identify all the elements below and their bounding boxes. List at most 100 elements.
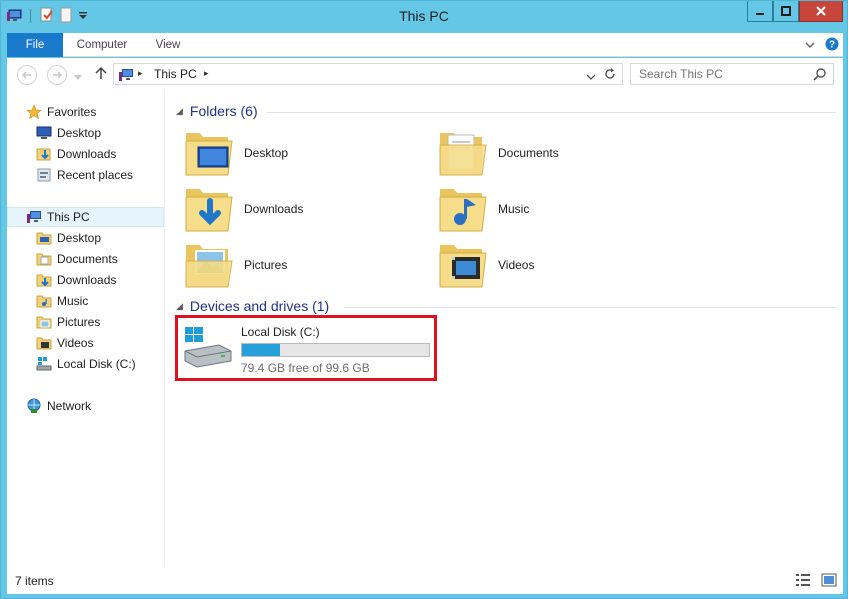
refresh-icon[interactable] bbox=[603, 67, 617, 84]
group-divider bbox=[266, 112, 836, 113]
folder-tile-documents-label: Documents bbox=[498, 146, 559, 160]
documents-folder-icon bbox=[438, 127, 488, 179]
breadcrumb-this-pc[interactable]: This PC bbox=[154, 67, 197, 81]
downloads-icon bbox=[36, 146, 52, 162]
file-view: ◢ Folders (6) Desktop Documents Download… bbox=[166, 91, 843, 566]
videos-folder-icon bbox=[438, 239, 488, 291]
folder-tile-videos-label: Videos bbox=[498, 258, 535, 272]
breadcrumb-separator-icon[interactable]: ▸ bbox=[138, 68, 143, 79]
nav-pc-desktop-label: Desktop bbox=[57, 231, 102, 245]
nav-pc-videos[interactable]: Videos bbox=[7, 333, 164, 353]
folder-icon bbox=[36, 293, 52, 309]
ribbon-tabs: File Computer View ? bbox=[7, 33, 843, 57]
address-bar[interactable]: ▸ This PC ▸ bbox=[113, 63, 623, 85]
search-box[interactable] bbox=[630, 63, 834, 85]
nav-pc-local-disk[interactable]: Local Disk (C:) bbox=[7, 354, 164, 374]
selection-highlight bbox=[175, 315, 437, 381]
collapse-arrow-icon: ◢ bbox=[176, 105, 183, 116]
nav-pc-music[interactable]: Music bbox=[7, 291, 164, 311]
minimize-button[interactable] bbox=[747, 1, 773, 22]
close-button[interactable] bbox=[799, 1, 843, 22]
minimize-icon bbox=[756, 13, 764, 15]
maximize-button[interactable] bbox=[773, 1, 799, 22]
tab-view[interactable]: View bbox=[147, 33, 189, 57]
window-title: This PC bbox=[399, 8, 449, 24]
details-view-icon[interactable] bbox=[795, 573, 811, 590]
desktop-icon bbox=[36, 125, 52, 141]
folder-tile-desktop[interactable]: Desktop bbox=[184, 127, 424, 179]
address-dropdown-icon[interactable] bbox=[586, 70, 596, 84]
expand-ribbon-icon[interactable] bbox=[805, 39, 815, 53]
network-icon bbox=[26, 398, 42, 414]
nav-pc-pictures-label: Pictures bbox=[57, 315, 101, 329]
group-divider bbox=[344, 307, 836, 308]
folder-tile-music-label: Music bbox=[498, 202, 530, 216]
breadcrumb-child-arrow-icon[interactable]: ▸ bbox=[204, 68, 209, 79]
devices-group-header[interactable]: ◢ Devices and drives (1) bbox=[176, 296, 329, 316]
content-area: Favorites Desktop Downloads Recent place… bbox=[7, 91, 843, 566]
view-switcher bbox=[795, 573, 837, 590]
search-icon[interactable] bbox=[813, 67, 827, 84]
up-arrow-icon[interactable] bbox=[95, 66, 107, 83]
tab-file[interactable]: File bbox=[7, 33, 63, 57]
folder-tile-downloads[interactable]: Downloads bbox=[184, 183, 424, 235]
nav-fav-recent-places[interactable]: Recent places bbox=[7, 165, 164, 185]
large-icons-view-icon[interactable] bbox=[821, 573, 837, 590]
back-button[interactable] bbox=[17, 65, 37, 85]
drive-icon bbox=[36, 356, 52, 372]
nav-this-pc[interactable]: This PC bbox=[7, 207, 164, 227]
recent-places-icon bbox=[36, 167, 52, 183]
folders-group-label: Folders (6) bbox=[189, 103, 258, 119]
nav-network[interactable]: Network bbox=[7, 396, 164, 416]
nav-pc-documents-label: Documents bbox=[57, 252, 118, 266]
nav-pc-downloads-label: Downloads bbox=[57, 273, 117, 287]
address-row: ▸ This PC ▸ bbox=[7, 58, 843, 91]
this-pc-icon bbox=[118, 67, 134, 86]
folder-icon bbox=[36, 230, 52, 246]
collapse-arrow-icon: ◢ bbox=[176, 300, 183, 311]
folder-tile-desktop-label: Desktop bbox=[244, 146, 289, 160]
pictures-folder-icon bbox=[184, 239, 234, 291]
search-input[interactable] bbox=[639, 66, 799, 82]
nav-fav-desktop[interactable]: Desktop bbox=[7, 123, 164, 143]
nav-this-pc-label: This PC bbox=[47, 210, 90, 224]
item-count: 7 items bbox=[15, 574, 54, 588]
nav-pc-local-disk-label: Local Disk (C:) bbox=[57, 357, 136, 371]
folder-tile-pictures-label: Pictures bbox=[244, 258, 288, 272]
caption-buttons bbox=[747, 1, 843, 22]
recent-locations-icon[interactable] bbox=[74, 70, 82, 84]
help-icon[interactable]: ? bbox=[825, 37, 839, 54]
folders-group-header[interactable]: ◢ Folders (6) bbox=[176, 101, 258, 121]
nav-pc-desktop[interactable]: Desktop bbox=[7, 228, 164, 248]
ribbon-controls: ? bbox=[805, 37, 839, 54]
folder-tile-videos[interactable]: Videos bbox=[438, 239, 678, 291]
nav-pc-downloads[interactable]: Downloads bbox=[7, 270, 164, 290]
title-bar: This PC bbox=[1, 1, 847, 32]
nav-fav-downloads[interactable]: Downloads bbox=[7, 144, 164, 164]
nav-pc-documents[interactable]: Documents bbox=[7, 249, 164, 269]
nav-network-label: Network bbox=[47, 399, 92, 413]
devices-group-label: Devices and drives (1) bbox=[189, 298, 330, 314]
folder-tile-pictures[interactable]: Pictures bbox=[184, 239, 424, 291]
nav-pc-pictures[interactable]: Pictures bbox=[7, 312, 164, 332]
nav-fav-recent-places-label: Recent places bbox=[57, 168, 134, 182]
nav-favorites-label: Favorites bbox=[47, 105, 97, 119]
nav-fav-desktop-label: Desktop bbox=[57, 126, 102, 140]
favorites-star-icon bbox=[26, 104, 42, 120]
navigation-pane: Favorites Desktop Downloads Recent place… bbox=[7, 91, 165, 566]
downloads-folder-icon bbox=[184, 183, 234, 235]
folder-icon bbox=[36, 335, 52, 351]
tab-computer[interactable]: Computer bbox=[69, 33, 135, 57]
desktop-folder-icon bbox=[184, 127, 234, 179]
svg-text:?: ? bbox=[829, 40, 835, 51]
nav-favorites[interactable]: Favorites bbox=[7, 102, 164, 122]
this-pc-icon bbox=[26, 209, 42, 225]
music-folder-icon bbox=[438, 183, 488, 235]
maximize-icon bbox=[781, 6, 791, 16]
nav-fav-downloads-label: Downloads bbox=[57, 147, 117, 161]
folder-icon bbox=[36, 251, 52, 267]
folder-tile-music[interactable]: Music bbox=[438, 183, 678, 235]
forward-button[interactable] bbox=[47, 65, 67, 85]
folder-tile-documents[interactable]: Documents bbox=[438, 127, 678, 179]
forward-arrow-icon bbox=[53, 71, 62, 79]
